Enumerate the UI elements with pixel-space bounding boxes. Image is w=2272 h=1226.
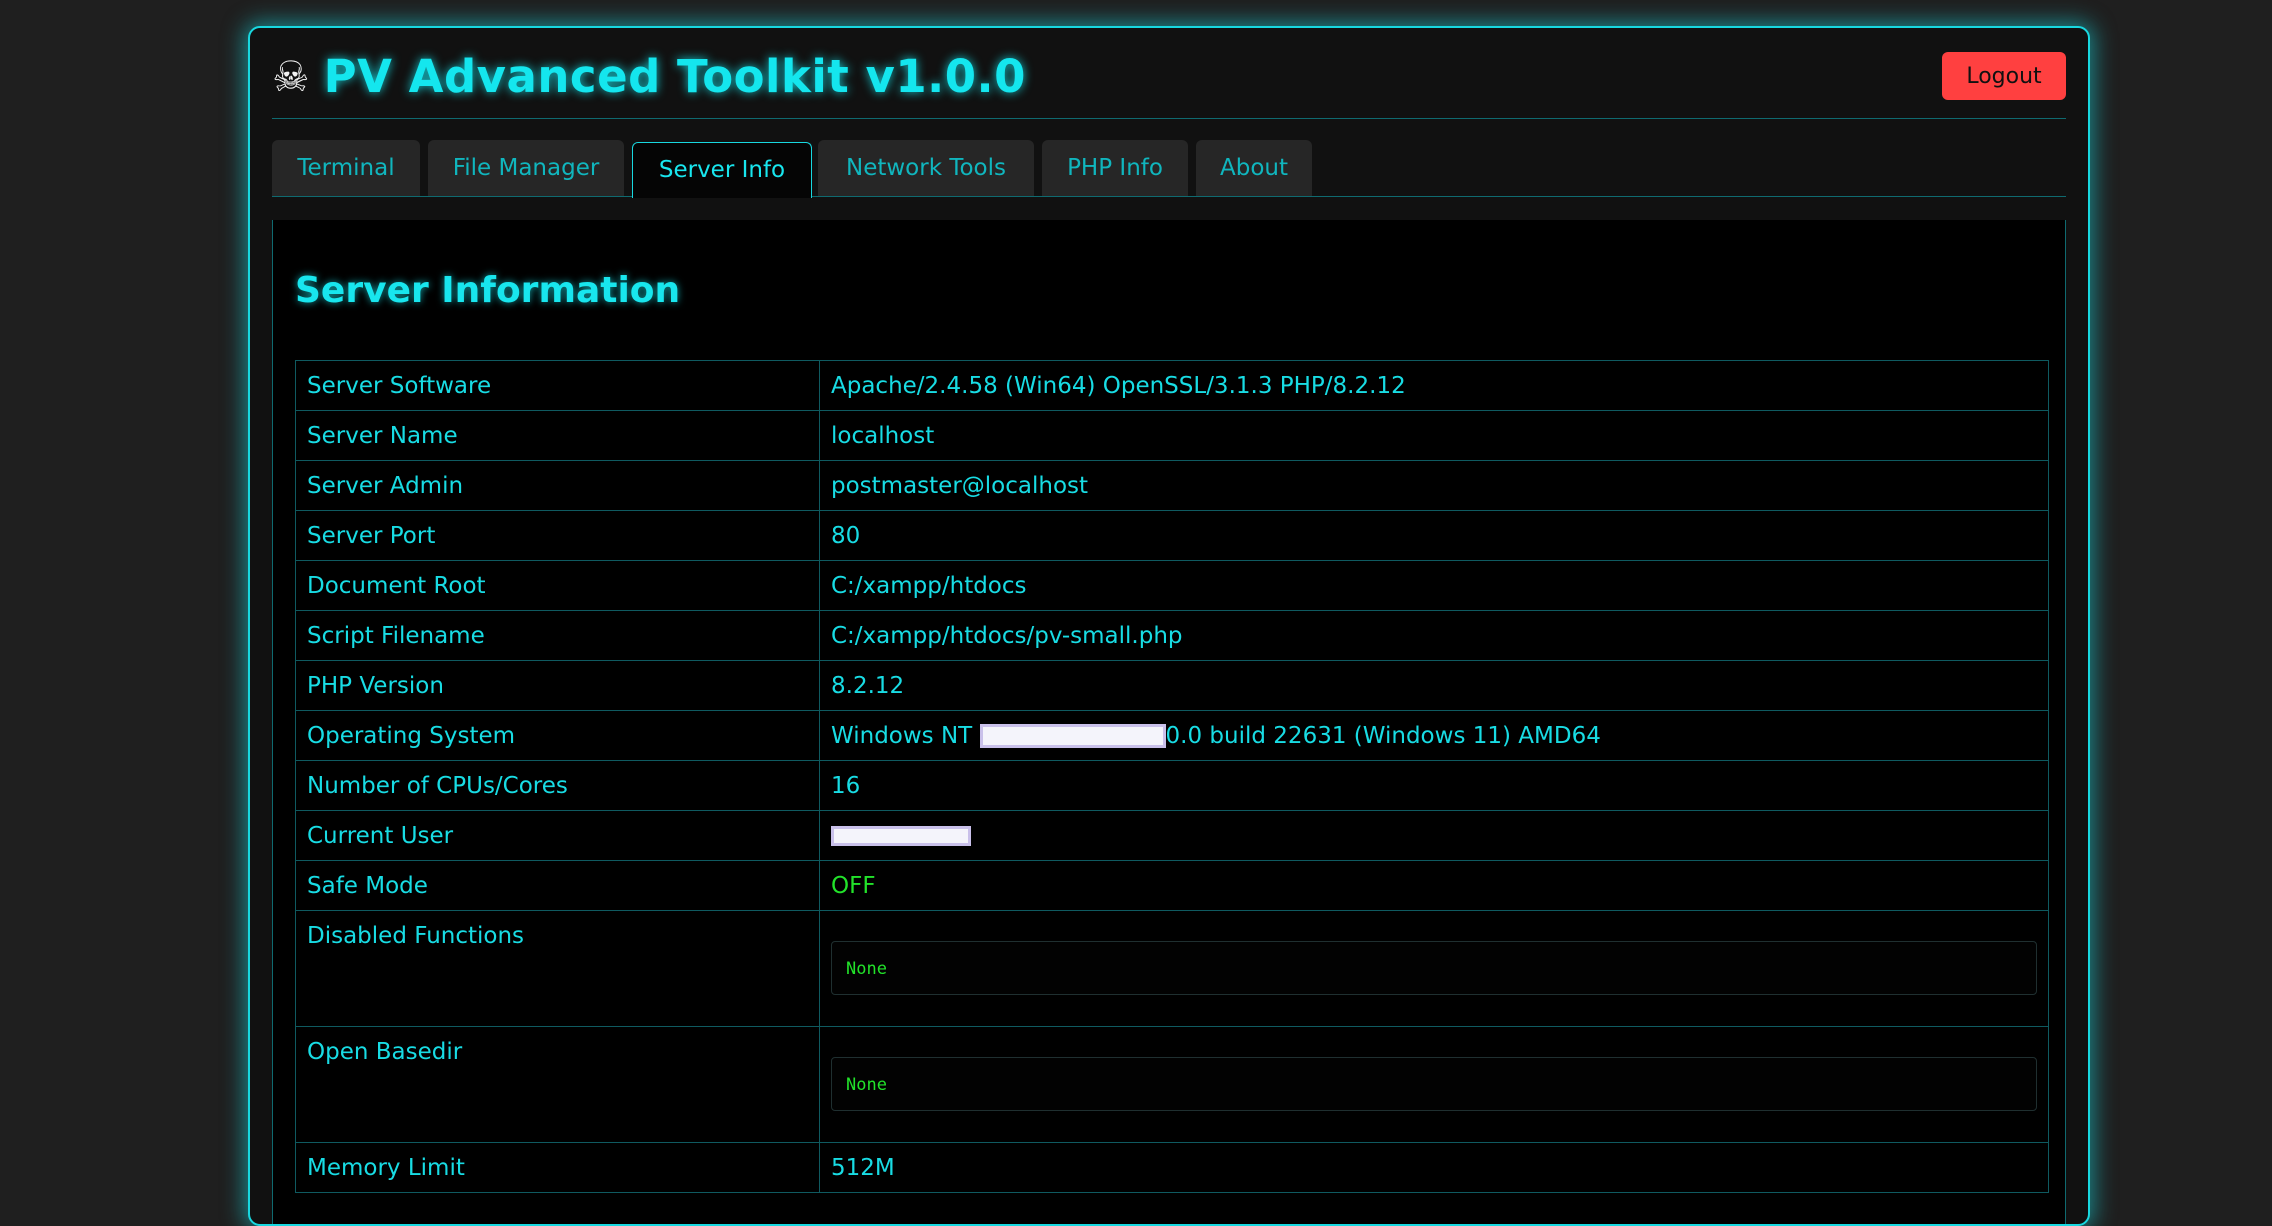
row-value: postmaster@localhost xyxy=(819,460,2049,511)
tab-bar: Terminal File Manager Server Info Networ… xyxy=(272,140,2066,198)
skull-icon: ☠ xyxy=(272,51,310,101)
table-row: Server Port 80 xyxy=(295,510,2049,561)
redaction-box xyxy=(979,724,1166,748)
row-label: Memory Limit xyxy=(295,1142,820,1193)
disabled-functions-box: None xyxy=(831,941,2037,995)
row-label: Script Filename xyxy=(295,610,820,661)
row-label: Server Admin xyxy=(295,460,820,511)
table-row: Server Admin postmaster@localhost xyxy=(295,460,2049,511)
table-row: Document Root C:/xampp/htdocs xyxy=(295,560,2049,611)
row-value: 512M xyxy=(819,1142,2049,1193)
row-value: Windows NT 0.0 build 22631 (Windows 11) … xyxy=(819,710,2049,761)
os-suffix: 0.0 build 22631 (Windows 11) AMD64 xyxy=(1165,722,1601,749)
open-basedir-box: None xyxy=(831,1057,2037,1111)
row-label: Document Root xyxy=(295,560,820,611)
app-title-text: PV Advanced Toolkit v1.0.0 xyxy=(323,50,1026,103)
tab-php-info[interactable]: PHP Info xyxy=(1042,140,1188,196)
table-row: Open Basedir None xyxy=(295,1026,2049,1143)
table-row: Server Name localhost xyxy=(295,410,2049,461)
table-row: Current User xyxy=(295,810,2049,861)
os-prefix: Windows NT xyxy=(831,722,973,749)
table-row: Memory Limit 512M xyxy=(295,1142,2049,1193)
row-value: None xyxy=(819,910,2049,1027)
row-label: Open Basedir xyxy=(295,1026,820,1143)
row-label: Disabled Functions xyxy=(295,910,820,1027)
row-value: 16 xyxy=(819,760,2049,811)
tab-about[interactable]: About xyxy=(1196,140,1312,196)
header-bar: ☠ PV Advanced Toolkit v1.0.0 Logout xyxy=(272,28,2066,119)
app-title: ☠ PV Advanced Toolkit v1.0.0 xyxy=(272,50,1026,103)
server-info-panel: Server Information Server Software Apach… xyxy=(272,220,2066,1224)
tab-server-info[interactable]: Server Info xyxy=(632,142,812,198)
row-label: Number of CPUs/Cores xyxy=(295,760,820,811)
safe-mode-status: OFF xyxy=(819,860,2049,911)
table-row: Server Software Apache/2.4.58 (Win64) Op… xyxy=(295,360,2049,411)
tab-file-manager[interactable]: File Manager xyxy=(428,140,624,196)
row-value: 8.2.12 xyxy=(819,660,2049,711)
toolkit-window: ☠ PV Advanced Toolkit v1.0.0 Logout Term… xyxy=(248,26,2090,1226)
table-row: Operating System Windows NT 0.0 build 22… xyxy=(295,710,2049,761)
row-value: C:/xampp/htdocs/pv-small.php xyxy=(819,610,2049,661)
redaction-box xyxy=(831,826,971,846)
row-label: Current User xyxy=(295,810,820,861)
row-value: localhost xyxy=(819,410,2049,461)
table-row: Number of CPUs/Cores 16 xyxy=(295,760,2049,811)
row-label: Server Software xyxy=(295,360,820,411)
row-label: Server Name xyxy=(295,410,820,461)
table-row: PHP Version 8.2.12 xyxy=(295,660,2049,711)
logout-button[interactable]: Logout xyxy=(1942,52,2066,100)
row-value: None xyxy=(819,1026,2049,1143)
row-value: 80 xyxy=(819,510,2049,561)
row-label: Operating System xyxy=(295,710,820,761)
panel-title: Server Information xyxy=(295,270,681,311)
tab-network-tools[interactable]: Network Tools xyxy=(818,140,1034,196)
table-row: Script Filename C:/xampp/htdocs/pv-small… xyxy=(295,610,2049,661)
server-info-table: Server Software Apache/2.4.58 (Win64) Op… xyxy=(295,360,2049,1193)
tab-terminal[interactable]: Terminal xyxy=(272,140,420,196)
row-label: Safe Mode xyxy=(295,860,820,911)
row-value xyxy=(819,810,2049,861)
table-row: Safe Mode OFF xyxy=(295,860,2049,911)
row-value: Apache/2.4.58 (Win64) OpenSSL/3.1.3 PHP/… xyxy=(819,360,2049,411)
row-label: PHP Version xyxy=(295,660,820,711)
row-label: Server Port xyxy=(295,510,820,561)
table-row: Disabled Functions None xyxy=(295,910,2049,1027)
row-value: C:/xampp/htdocs xyxy=(819,560,2049,611)
